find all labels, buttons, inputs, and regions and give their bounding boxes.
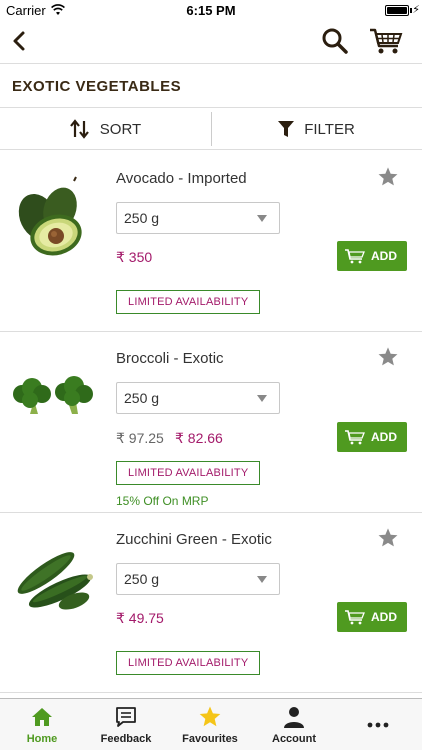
feedback-icon — [116, 707, 136, 727]
tab-account[interactable]: Account — [252, 699, 336, 750]
home-icon — [32, 708, 52, 726]
chevron-down-icon — [257, 215, 267, 222]
add-label: ADD — [371, 249, 397, 263]
account-icon — [284, 707, 304, 728]
bottom-tab-bar: Home Feedback Favourites Account — [0, 698, 422, 750]
tab-label: Home — [26, 733, 58, 745]
tab-home[interactable]: Home — [0, 699, 84, 750]
product-name[interactable]: Avocado - Imported — [116, 170, 247, 187]
cart-add-icon — [345, 610, 365, 625]
availability-badge: LIMITED AVAILABILITY — [116, 461, 261, 485]
product-price: ₹ 49.75 — [116, 610, 164, 626]
sort-button[interactable]: SORT — [0, 108, 211, 150]
charging-bolt-icon: ⚡ — [412, 4, 420, 16]
tab-label: Account — [272, 733, 316, 745]
cart-add-icon — [345, 249, 365, 264]
product-card-zucchini[interactable]: Zucchini Green - Exotic 250 g ₹ 49.75 AD… — [0, 513, 422, 693]
filter-funnel-icon — [278, 121, 295, 137]
avocado-image — [18, 176, 82, 256]
battery-icon — [385, 5, 409, 16]
nav-bar — [0, 22, 422, 64]
add-to-cart-button[interactable]: ADD — [337, 602, 407, 632]
page-title: EXOTIC VEGETABLES — [12, 78, 182, 95]
weight-value: 250 g — [124, 210, 160, 226]
product-mrp: ₹ 97.25 — [116, 430, 164, 446]
weight-dropdown[interactable]: 250 g — [116, 382, 280, 414]
weight-dropdown[interactable]: 250 g — [116, 202, 280, 234]
add-label: ADD — [371, 610, 397, 624]
zucchini-image — [17, 552, 93, 610]
add-to-cart-button[interactable]: ADD — [337, 241, 407, 271]
tab-more[interactable] — [336, 699, 420, 750]
tab-favourites[interactable]: Favourites — [168, 699, 252, 750]
product-name[interactable]: Zucchini Green - Exotic — [116, 531, 272, 548]
star-icon — [199, 706, 221, 727]
filter-button[interactable]: FILTER — [211, 108, 422, 150]
filter-label: FILTER — [304, 120, 355, 138]
chevron-down-icon — [257, 395, 267, 402]
product-card-broccoli[interactable]: Broccoli - Exotic 250 g ₹ 97.25 ₹ 82.66 … — [0, 332, 422, 513]
favourite-star-icon[interactable] — [377, 346, 399, 368]
clock: 6:15 PM — [186, 3, 236, 18]
product-card-avocado[interactable]: Avocado - Imported 250 g ₹ 350 ADD LIMIT… — [0, 150, 422, 332]
back-chevron-icon[interactable] — [6, 26, 34, 56]
cart-add-icon — [345, 430, 365, 445]
weight-value: 250 g — [124, 571, 160, 587]
availability-badge: LIMITED AVAILABILITY — [116, 290, 261, 314]
weight-dropdown[interactable]: 250 g — [116, 563, 280, 595]
sort-label: SORT — [99, 120, 142, 138]
tab-label: Favourites — [182, 733, 238, 745]
add-label: ADD — [371, 430, 397, 444]
favourite-star-icon[interactable] — [377, 166, 399, 188]
favourite-star-icon[interactable] — [377, 527, 399, 549]
add-to-cart-button[interactable]: ADD — [337, 422, 407, 452]
product-name[interactable]: Broccoli - Exotic — [116, 350, 224, 367]
tab-feedback[interactable]: Feedback — [84, 699, 168, 750]
product-price: ₹ 82.66 — [175, 430, 223, 446]
weight-value: 250 g — [124, 390, 160, 406]
more-icon — [367, 722, 389, 728]
product-price: ₹ 350 — [116, 249, 153, 265]
search-icon[interactable] — [320, 26, 350, 56]
tab-label: Feedback — [100, 733, 152, 745]
chevron-down-icon — [257, 576, 267, 583]
availability-badge: LIMITED AVAILABILITY — [116, 651, 261, 675]
category-header: EXOTIC VEGETABLES — [0, 64, 422, 108]
broccoli-image — [13, 376, 93, 414]
sort-arrows-icon — [69, 119, 89, 139]
cart-icon[interactable] — [368, 26, 404, 56]
status-bar: Carrier 6:15 PM ⚡ — [0, 0, 422, 22]
discount-text: 15% Off On MRP — [116, 494, 209, 508]
sort-filter-bar: SORT FILTER — [0, 108, 422, 150]
